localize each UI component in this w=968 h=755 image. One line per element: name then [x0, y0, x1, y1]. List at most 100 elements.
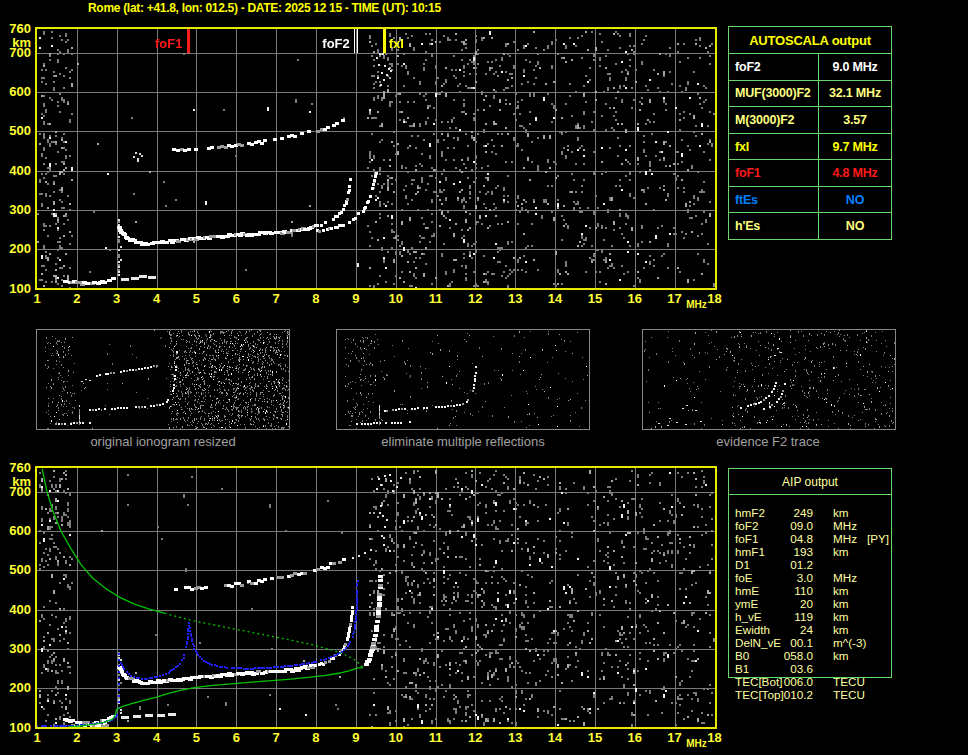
x-axis-label: 3 [113, 293, 120, 305]
x-axis-label: 8 [312, 732, 319, 744]
aip-value: 24 [735, 623, 813, 636]
table-row: h'EsNO [729, 212, 891, 239]
x-axis-label: 2 [73, 293, 80, 305]
aip-row: foF209.0MHz [729, 519, 891, 532]
param-label: fxI [729, 134, 819, 160]
y-axis-label: 600 [0, 525, 31, 537]
x-axis-label: 9 [352, 732, 359, 744]
x-axis-label: 11 [429, 732, 443, 744]
aip-unit: km [833, 506, 849, 519]
aip-row: hmE110km [729, 584, 891, 597]
param-label: ftEs [729, 187, 819, 213]
x-axis-label: 10 [388, 293, 402, 305]
y-axis-label: 300 [0, 204, 31, 216]
aip-row: TEC[Bot]006.0TECU [729, 675, 891, 688]
bottom-ionogram-canvas [35, 466, 717, 729]
panel-caption: evidence F2 trace [716, 434, 819, 449]
aip-unit: MHz [833, 532, 857, 545]
aip-value: 20 [735, 597, 813, 610]
y-axis-label: 200 [0, 682, 31, 694]
aip-header: AIP output [729, 475, 891, 489]
x-axis-label: 1 [33, 293, 40, 305]
aip-value: 03.6 [735, 662, 813, 675]
x-axis-label: 2 [73, 732, 80, 744]
x-axis-label: 7 [272, 732, 279, 744]
aip-row: hmF1193km [729, 545, 891, 558]
x-axis-label: 14 [548, 732, 562, 744]
y-axis-label: 100 [0, 722, 31, 734]
aip-unit: km [833, 545, 849, 558]
aip-value: 01.2 [735, 558, 813, 571]
x-axis-label: 17 [667, 293, 681, 305]
aip-row: D101.2 [729, 558, 891, 571]
table-row: foF14.8 MHz [729, 159, 891, 186]
x-axis-label: 3 [113, 732, 120, 744]
panel-caption: original ionogram resized [90, 434, 235, 449]
aip-value: 00.1 [735, 636, 813, 649]
x-axis-label: 12 [468, 732, 482, 744]
aip-unit: km [833, 597, 849, 610]
autoscala-table: AUTOSCALA output foF29.0 MHz MUF(3000)F2… [728, 26, 892, 240]
aip-value: 3.0 [735, 571, 813, 584]
aip-row: Ewidth24km [729, 623, 891, 636]
param-value: NO [819, 219, 891, 233]
param-label: foF2 [729, 54, 819, 80]
x-axis-label: 9 [352, 293, 359, 305]
param-value: 9.7 MHz [819, 140, 891, 154]
y-axis-label: 400 [0, 604, 31, 616]
table-row: foF29.0 MHz [729, 53, 891, 80]
x-axis-unit: MHz [686, 299, 707, 310]
aip-row: hmF2249km [729, 506, 891, 519]
x-axis-unit: MHz [686, 738, 707, 749]
aip-unit: km [833, 649, 849, 662]
marker-foF1: foF1 [155, 37, 182, 50]
aip-value: 119 [735, 610, 813, 623]
y-axis-label: 400 [0, 165, 31, 177]
x-axis-label: 12 [468, 293, 482, 305]
param-value: NO [819, 193, 891, 207]
table-row: M(3000)F23.57 [729, 106, 891, 133]
param-label: M(3000)F2 [729, 107, 819, 133]
x-axis-label: 10 [388, 732, 402, 744]
x-axis-label: 5 [193, 732, 200, 744]
aip-value: 04.8 [735, 532, 813, 545]
table-row: ftEsNO [729, 186, 891, 213]
x-axis-label: 14 [548, 293, 562, 305]
x-axis-label: 15 [588, 293, 602, 305]
aip-unit: km [833, 623, 849, 636]
table-row: MUF(3000)F232.1 MHz [729, 80, 891, 107]
y-axis-label: 200 [0, 243, 31, 255]
aip-table: AIP output hmF2249kmfoF209.0MHzfoF104.8M… [728, 468, 892, 678]
x-axis-label: 18 [707, 732, 721, 744]
top-ionogram-canvas [35, 27, 717, 290]
x-axis-label: 13 [508, 293, 522, 305]
aip-header-divider [729, 494, 891, 495]
aip-unit: TECU [833, 688, 865, 701]
x-axis-label: 6 [233, 732, 240, 744]
aip-value: 010.2 [735, 688, 813, 701]
aip-row: h_vE119km [729, 610, 891, 623]
x-axis-label: 16 [628, 732, 642, 744]
x-axis-label: 18 [707, 293, 721, 305]
aip-value: 110 [735, 584, 813, 597]
aip-row: B0058.0km [729, 649, 891, 662]
aip-row: B103.6 [729, 662, 891, 675]
autoscala-header: AUTOSCALA output [729, 27, 891, 53]
marker-foF2: foF2 [322, 37, 349, 50]
param-value: 9.0 MHz [819, 60, 891, 74]
y-axis-label: 100 [0, 283, 31, 295]
aip-row: ymE20km [729, 597, 891, 610]
aip-value: 09.0 [735, 519, 813, 532]
param-label: MUF(3000)F2 [729, 81, 819, 107]
aip-extra: [PY] [867, 532, 889, 545]
param-value: 4.8 MHz [819, 166, 891, 180]
x-axis-label: 4 [153, 732, 160, 744]
aip-unit: TECU [833, 675, 865, 688]
y-axis-label: 760 [0, 462, 31, 474]
aip-unit: MHz [833, 519, 857, 532]
x-axis-label: 17 [667, 732, 681, 744]
panel-caption: eliminate multiple reflections [381, 434, 544, 449]
aip-unit: km [833, 610, 849, 623]
aip-row: foE3.0MHz [729, 571, 891, 584]
table-row: fxI9.7 MHz [729, 133, 891, 160]
